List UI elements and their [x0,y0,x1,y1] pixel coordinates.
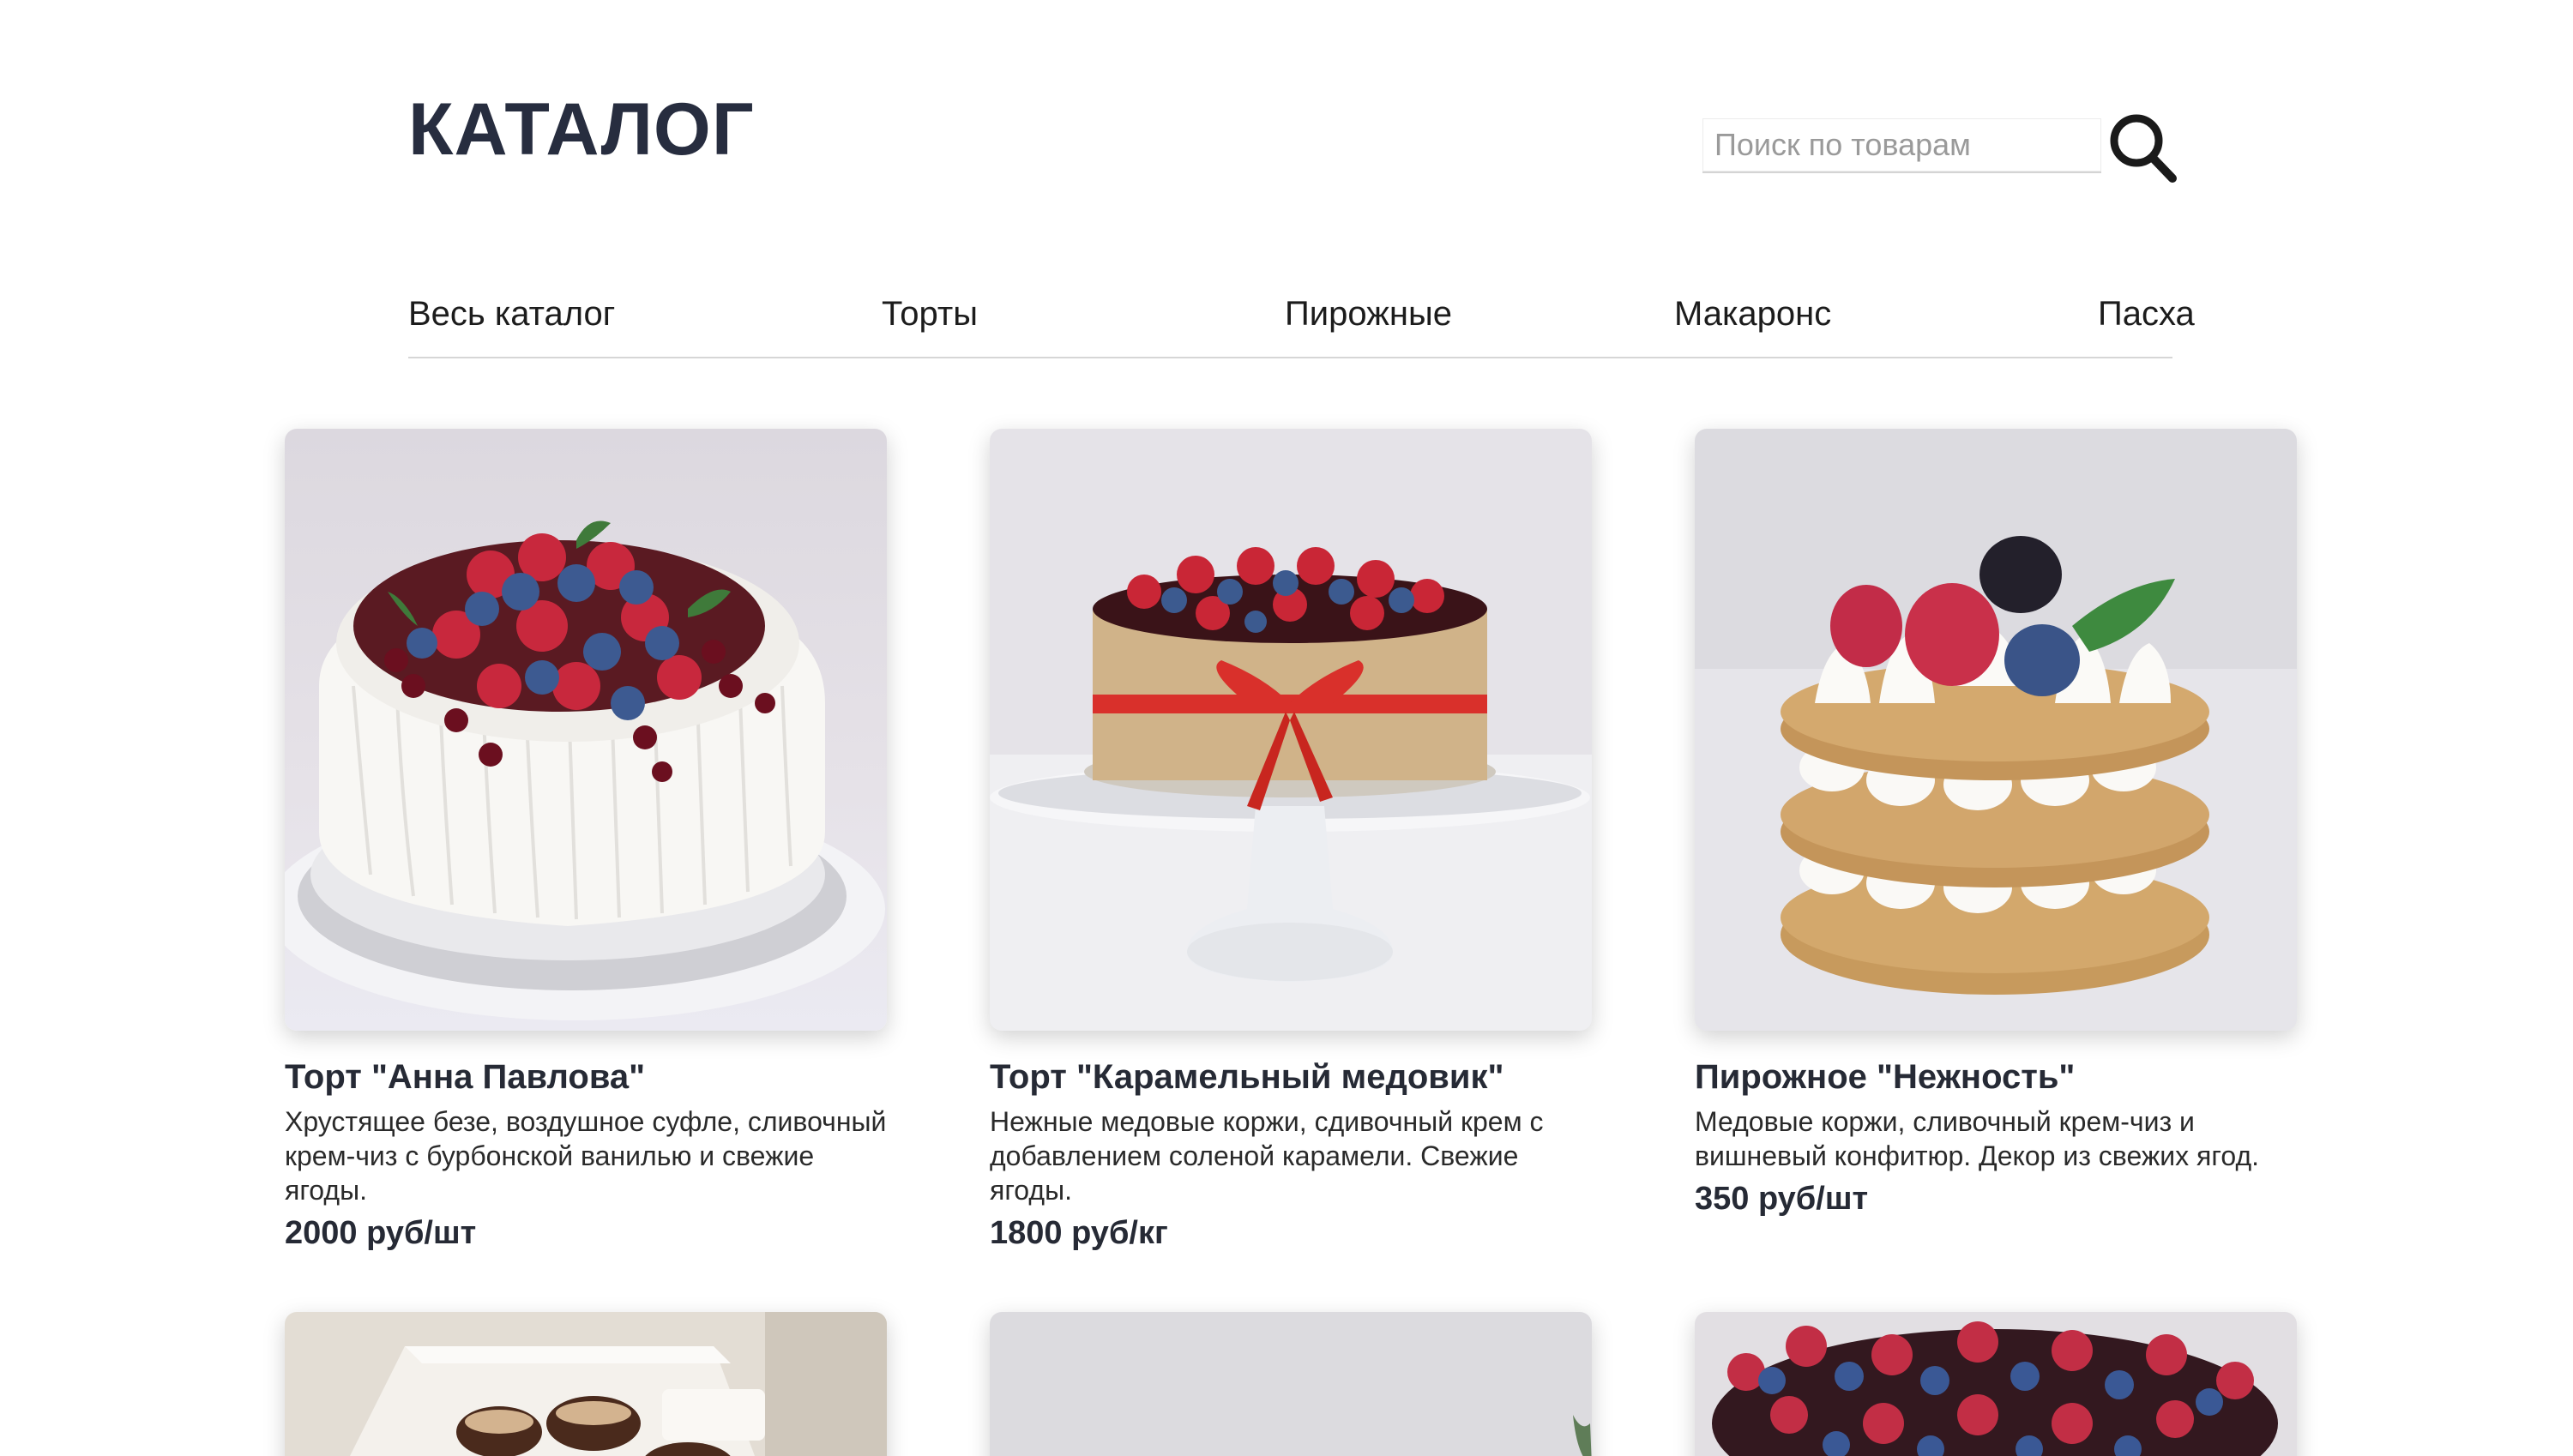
product-card[interactable]: Торт "Анна Павлова" Хрустящее безе, возд… [285,429,887,1254]
product-description: Хрустящее безе, воздушное суфле, сливочн… [285,1106,887,1206]
product-title[interactable]: Торт "Анна Павлова" [285,1056,887,1098]
product-description: Нежные медовые коржи, сдивочный крем с д… [990,1106,1544,1206]
product-card[interactable] [990,1312,1592,1456]
nav-item-easter[interactable]: Пасха [2098,293,2195,334]
product-card[interactable]: Пирожное "Нежность" Медовые коржи, сливо… [1695,429,2297,1219]
product-image-plain[interactable] [990,1312,1592,1456]
category-nav: Весь каталог Торты Пирожные Макаронс Пас… [408,281,2195,358]
product-title[interactable]: Пирожное "Нежность" [1695,1056,2297,1098]
product-price: 2000 руб/шт [285,1215,477,1251]
nav-item-cakes[interactable]: Торты [882,293,978,334]
product-description: Медовые коржи, сливочный крем-чиз и вишн… [1695,1106,2259,1171]
product-card[interactable] [285,1312,887,1456]
product-price: 350 руб/шт [1695,1181,1869,1217]
product-card[interactable] [1695,1312,2297,1456]
nav-item-macarons[interactable]: Макаронс [1674,293,1831,334]
product-image-nezhnost[interactable] [1695,429,2297,1031]
product-price: 1800 руб/кг [990,1215,1168,1251]
product-image-caramel[interactable] [990,429,1592,1031]
product-image-pastry-box[interactable] [285,1312,887,1456]
nav-item-pastries[interactable]: Пирожные [1285,293,1452,334]
search-input[interactable] [1702,118,2101,173]
search-bar [1702,110,2178,185]
search-icon[interactable] [2106,110,2178,185]
product-image-berry-cake[interactable] [1695,1312,2297,1456]
product-title[interactable]: Торт "Карамельный медовик" [990,1056,1592,1098]
page-title: КАТАЛОГ [408,88,755,171]
product-card[interactable]: Торт "Карамельный медовик" Нежные медовы… [990,429,1592,1254]
product-image-pavlova[interactable] [285,429,887,1031]
nav-item-all[interactable]: Весь каталог [408,293,615,334]
